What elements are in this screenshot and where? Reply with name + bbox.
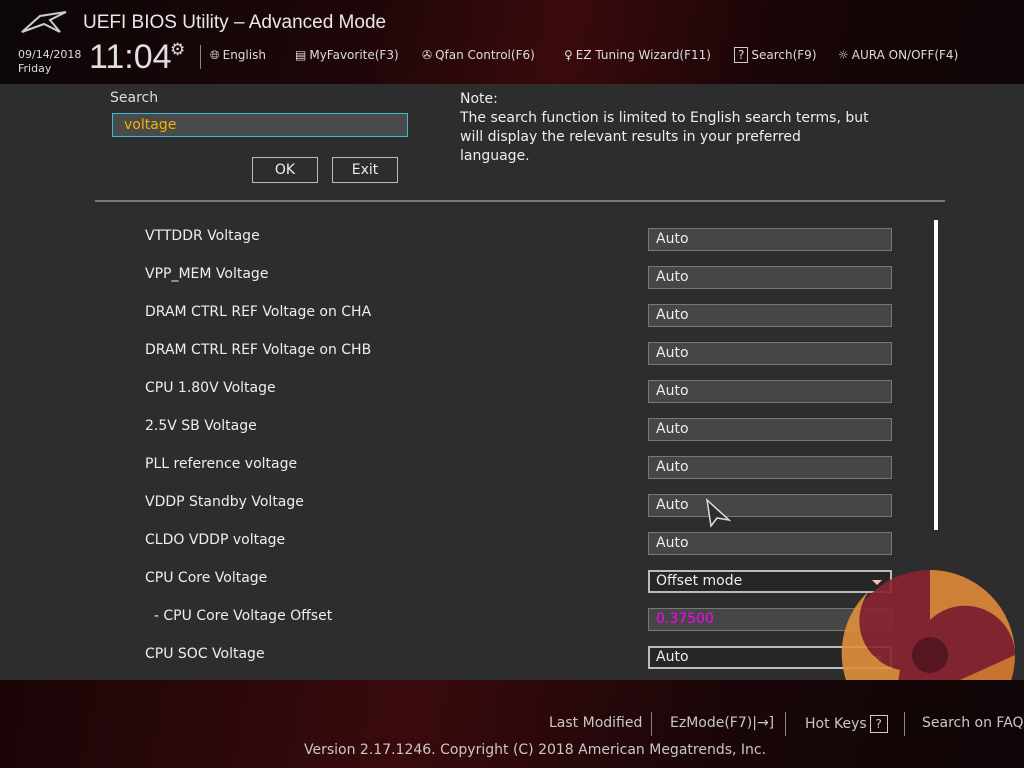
setting-value: Auto xyxy=(656,383,689,399)
setting-field[interactable]: Auto xyxy=(648,532,892,555)
divider xyxy=(95,200,945,202)
date: 09/14/2018 xyxy=(18,48,82,61)
setting-label: CPU Core Voltage xyxy=(145,570,268,586)
myfavorite-button[interactable]: ▤ MyFavorite(F3) xyxy=(295,48,399,62)
toolbar-label: MyFavorite(F3) xyxy=(309,48,399,62)
setting-value: Auto xyxy=(656,535,689,551)
setting-label: CLDO VDDP voltage xyxy=(145,532,286,548)
ezmode-button[interactable]: EzMode(F7)|→] xyxy=(670,715,774,731)
ok-button[interactable]: OK xyxy=(252,157,318,183)
setting-value: Auto xyxy=(656,345,689,361)
header-bar: UEFI BIOS Utility – Advanced Mode 09/14/… xyxy=(0,0,1024,84)
date-display: 09/14/2018 Friday xyxy=(18,48,81,76)
day: Friday xyxy=(18,62,52,75)
search-note: Note: The search function is limited to E… xyxy=(460,90,870,166)
aura-toggle-button[interactable]: ☼ AURA ON/OFF(F4) xyxy=(838,48,958,62)
setting-value: Auto xyxy=(656,269,689,285)
divider xyxy=(200,45,201,69)
divider xyxy=(651,712,652,736)
language-button[interactable]: 🌐︎ English xyxy=(210,48,266,63)
fan-icon: ✇ xyxy=(422,48,433,62)
setting-value: Auto xyxy=(656,231,689,247)
setting-label: 2.5V SB Voltage xyxy=(145,418,257,434)
setting-label: DRAM CTRL REF Voltage on CHA xyxy=(145,304,372,320)
toolbar-label: English xyxy=(222,48,266,62)
toolbar-label: Search(F9) xyxy=(751,48,817,62)
search-faq-button[interactable]: Search on FAQ xyxy=(922,715,1024,731)
setting-field[interactable]: Auto xyxy=(648,304,892,327)
note-title: Note: xyxy=(460,91,498,107)
bulb-icon: ♀ xyxy=(564,48,573,62)
favorite-icon: ▤ xyxy=(295,48,307,62)
toolbar-label: AURA ON/OFF(F4) xyxy=(851,48,959,62)
setting-field[interactable]: Auto xyxy=(648,380,892,403)
toolbar-label: Qfan Control(F6) xyxy=(435,48,535,62)
setting-field[interactable]: Auto xyxy=(648,266,892,289)
globe-icon: 🌐︎ xyxy=(210,48,220,62)
version-text: Version 2.17.1246. Copyright (C) 2018 Am… xyxy=(304,742,767,758)
aura-icon: ☼ xyxy=(838,48,849,62)
setting-field[interactable]: Auto xyxy=(648,228,892,251)
last-modified-button[interactable]: Last Modified xyxy=(549,715,642,731)
setting-label: CPU SOC Voltage xyxy=(145,646,265,662)
ez-tuning-wizard-button[interactable]: ♀ EZ Tuning Wizard(F11) xyxy=(564,48,711,62)
scrollbar[interactable] xyxy=(934,220,938,530)
note-text: The search function is limited to Englis… xyxy=(460,110,869,164)
setting-label: PLL reference voltage xyxy=(145,456,298,472)
hot-keys-label: Hot Keys xyxy=(805,716,867,732)
hot-keys-button[interactable]: Hot Keys? xyxy=(805,715,888,733)
setting-value: 0.37500 xyxy=(656,611,714,627)
mouse-cursor-icon xyxy=(705,498,731,528)
gear-icon[interactable]: ⚙ xyxy=(170,40,185,60)
setting-label: - CPU Core Voltage Offset xyxy=(145,608,333,624)
divider xyxy=(785,712,786,736)
help-icon: ? xyxy=(734,47,749,63)
setting-label: CPU 1.80V Voltage xyxy=(145,380,276,396)
setting-label: DRAM CTRL REF Voltage on CHB xyxy=(145,342,372,358)
setting-label: VPP_MEM Voltage xyxy=(145,266,269,282)
rog-logo-icon xyxy=(21,11,67,33)
setting-label: VDDP Standby Voltage xyxy=(145,494,304,510)
setting-value: Auto xyxy=(656,421,689,437)
setting-field[interactable]: Auto xyxy=(648,494,892,517)
setting-value: Offset mode xyxy=(656,573,743,589)
search-input[interactable]: voltage xyxy=(112,113,408,137)
setting-value: Auto xyxy=(656,459,689,475)
setting-value: Auto xyxy=(656,649,689,665)
app-title: UEFI BIOS Utility – Advanced Mode xyxy=(83,12,387,33)
divider xyxy=(904,712,905,736)
qfan-control-button[interactable]: ✇ Qfan Control(F6) xyxy=(422,48,535,62)
toolbar-label: EZ Tuning Wizard(F11) xyxy=(575,48,711,62)
setting-field[interactable]: Auto xyxy=(648,342,892,365)
search-button[interactable]: ? Search(F9) xyxy=(734,47,817,63)
setting-label: VTTDDR Voltage xyxy=(145,228,260,244)
setting-value: Auto xyxy=(656,307,689,323)
setting-field[interactable]: Auto xyxy=(648,418,892,441)
search-label: Search xyxy=(110,90,159,106)
clock: 11:04 xyxy=(89,38,172,76)
exit-button[interactable]: Exit xyxy=(332,157,398,183)
help-icon: ? xyxy=(869,715,888,733)
setting-value: Auto xyxy=(656,497,689,513)
setting-field[interactable]: Auto xyxy=(648,456,892,479)
